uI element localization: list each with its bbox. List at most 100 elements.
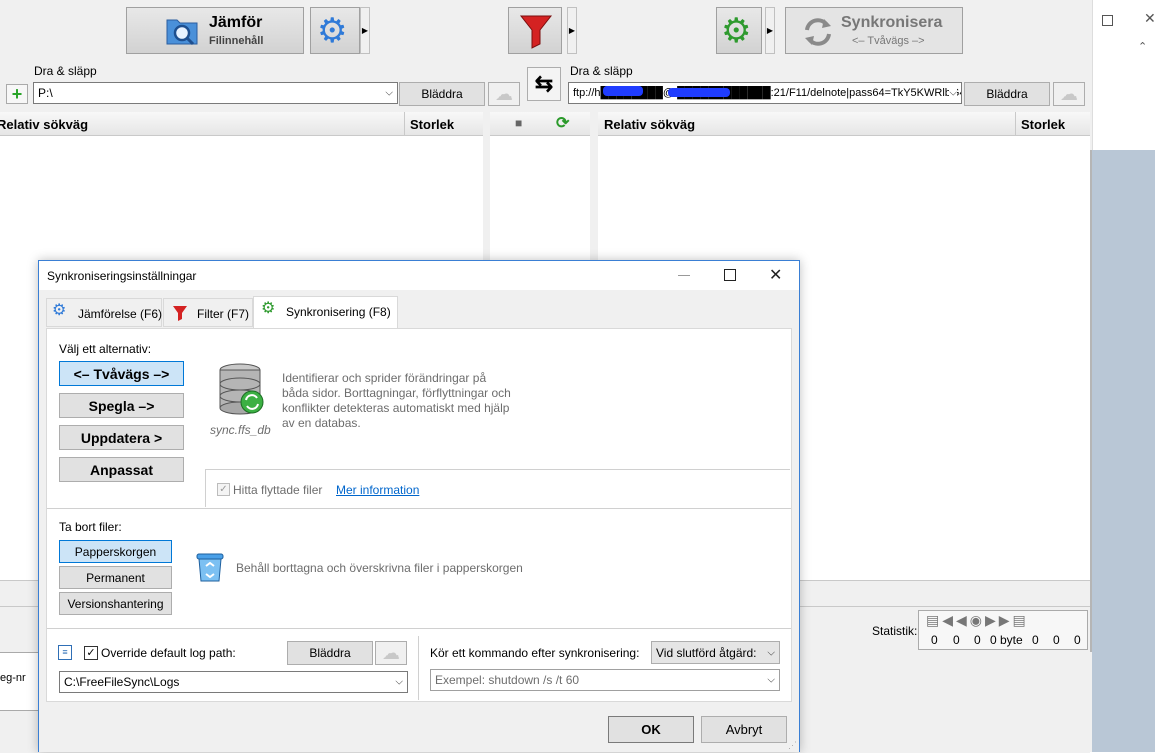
filter-dropdown-arrow[interactable]: ▶ xyxy=(567,7,577,54)
sync-settings-button[interactable]: ⚙ xyxy=(716,7,762,54)
right-col-divider xyxy=(1015,112,1016,135)
cancel-button[interactable]: Avbryt xyxy=(701,716,787,743)
stats-value-2: 0 xyxy=(953,633,960,647)
sync-dropdown-arrow[interactable]: ▶ xyxy=(765,7,775,54)
detect-moved-label: Hitta flyttade filer xyxy=(233,483,323,497)
description-separator-vertical xyxy=(205,469,206,507)
recycle-bin-icon xyxy=(194,550,226,587)
synchronize-button[interactable]: Synkronisera <– Tvåvägs –> xyxy=(785,7,963,54)
tab-compare-label: Jämförelse (F6) xyxy=(78,307,163,321)
right-browse-button[interactable]: Bläddra xyxy=(964,82,1050,106)
red-funnel-icon xyxy=(172,305,188,324)
green-gear-icon: ⚙ xyxy=(261,300,276,317)
maximize-icon[interactable] xyxy=(724,269,736,281)
command-placeholder: Exempel: shutdown /s /t 60 xyxy=(435,673,580,687)
section-separator xyxy=(47,508,791,509)
compare-title: Jämför xyxy=(209,14,263,31)
run-when-select[interactable]: Vid slutförd åtgärd: ⌵ xyxy=(651,641,780,664)
sync-arrows-icon xyxy=(802,16,834,48)
chevron-down-icon[interactable]: ⌵ xyxy=(385,88,393,99)
camera-icon[interactable]: ■ xyxy=(515,116,522,130)
minimize-icon[interactable] xyxy=(678,275,690,276)
command-input[interactable]: Exempel: shutdown /s /t 60 ⌵ xyxy=(430,669,780,691)
chevron-down-icon[interactable]: ⌵ xyxy=(395,677,403,688)
refresh-icon[interactable]: ⟳ xyxy=(556,113,569,133)
stats-value-5: 0 xyxy=(1032,633,1039,647)
resize-grip-icon[interactable]: ⋰ xyxy=(788,740,797,751)
left-folder-input[interactable]: P:\ ⌵ xyxy=(33,82,398,104)
swap-sides-button[interactable]: ⇆ xyxy=(527,67,561,101)
chevron-down-icon[interactable]: ⌵ xyxy=(949,87,957,99)
dialog-title: Synkroniseringsinställningar xyxy=(47,269,197,283)
redaction-mark xyxy=(668,88,730,97)
compare-settings-button[interactable]: ⚙ xyxy=(310,7,360,54)
stats-value-1: 0 xyxy=(931,633,938,647)
folder-search-icon xyxy=(165,14,199,46)
delete-description: Behåll borttagna och överskrivna filer i… xyxy=(236,561,523,575)
right-col-path-header[interactable]: Relativ sökväg xyxy=(604,117,695,132)
tab-filter-label: Filter (F7) xyxy=(197,307,249,321)
detect-moved-checkbox[interactable]: ✓ xyxy=(217,483,230,496)
right-drag-label: Dra & släpp xyxy=(570,64,633,78)
log-browse-button[interactable]: Bläddra xyxy=(287,641,373,665)
left-col-path-header[interactable]: Relativ sökväg xyxy=(0,117,88,132)
delete-files-label: Ta bort filer: xyxy=(59,520,122,534)
close-icon[interactable]: ✕ xyxy=(1144,10,1155,27)
left-col-divider xyxy=(404,112,405,135)
add-folder-pair-icon[interactable]: + xyxy=(6,84,28,104)
log-cloud-button[interactable]: ☁ xyxy=(375,641,407,665)
left-col-size-header[interactable]: Storlek xyxy=(410,117,454,132)
chevron-up-icon[interactable]: ⌃ xyxy=(1138,40,1147,53)
stats-value-4: 0 byte xyxy=(990,633,1023,647)
main-window-border xyxy=(1090,150,1092,652)
stats-value-6: 0 xyxy=(1053,633,1060,647)
blue-gear-icon: ⚙ xyxy=(52,302,67,319)
custom-option[interactable]: Anpassat xyxy=(59,457,184,482)
funnel-icon xyxy=(519,13,553,52)
log-file-icon: ≡ xyxy=(58,645,72,660)
run-when-value: Vid slutförd åtgärd: xyxy=(656,645,757,660)
sync-subtitle: <– Tvåvägs –> xyxy=(852,35,925,47)
ok-button[interactable]: OK xyxy=(608,716,694,743)
compare-button[interactable]: Jämför Filinnehåll xyxy=(126,7,304,54)
stats-value-7: 0 xyxy=(1074,633,1081,647)
desktop-area xyxy=(1092,150,1155,752)
right-col-size-header[interactable]: Storlek xyxy=(1021,117,1065,132)
footer-separator xyxy=(47,628,791,629)
run-command-label: Kör ett kommando efter synkronisering: xyxy=(430,646,640,660)
dialog-close-icon[interactable]: ✕ xyxy=(769,265,782,285)
two-way-option[interactable]: <– Tvåvägs –> xyxy=(59,361,184,386)
middle-grid-header xyxy=(490,112,590,136)
database-label: sync.ffs_db xyxy=(210,423,271,437)
left-cloud-button[interactable]: ☁ xyxy=(488,82,520,106)
log-path-input[interactable]: C:\FreeFileSync\Logs ⌵ xyxy=(59,671,408,693)
tab-sync-label: Synkronisering (F8) xyxy=(286,305,391,319)
gear-icon: ⚙ xyxy=(317,12,348,50)
bottom-left-cell: eg-nr xyxy=(0,672,26,684)
right-cloud-button[interactable]: ☁ xyxy=(1053,82,1085,106)
filter-settings-button[interactable] xyxy=(508,7,562,54)
cloud-icon: ☁ xyxy=(382,642,400,663)
versioning-option[interactable]: Versionshantering xyxy=(59,592,172,615)
recycle-bin-option[interactable]: Papperskorgen xyxy=(59,540,172,563)
swap-arrows-icon: ⇆ xyxy=(534,71,554,96)
variant-description: Identifierar och sprider förändringar på… xyxy=(282,371,511,430)
cloud-icon: ☁ xyxy=(495,83,513,104)
cloud-icon: ☁ xyxy=(1060,83,1078,104)
override-log-label: Override default log path: xyxy=(101,646,236,660)
left-browse-button[interactable]: Bläddra xyxy=(399,82,485,106)
permanent-option[interactable]: Permanent xyxy=(59,566,172,589)
update-option[interactable]: Uppdatera > xyxy=(59,425,184,450)
redaction-mark xyxy=(603,86,643,96)
database-icon xyxy=(216,362,268,421)
chevron-down-icon[interactable]: ⌵ xyxy=(767,647,775,658)
footer-vertical-divider xyxy=(418,636,419,700)
override-log-checkbox[interactable]: ✓ xyxy=(84,646,98,660)
more-info-link[interactable]: Mer information xyxy=(336,483,419,497)
restore-icon[interactable] xyxy=(1102,15,1113,26)
chevron-down-icon[interactable]: ⌵ xyxy=(767,675,775,686)
mirror-option[interactable]: Spegla –> xyxy=(59,393,184,418)
choose-option-label: Välj ett alternativ: xyxy=(59,342,152,356)
compare-dropdown-arrow[interactable]: ▶ xyxy=(360,7,370,54)
log-path-value: C:\FreeFileSync\Logs xyxy=(64,675,180,689)
